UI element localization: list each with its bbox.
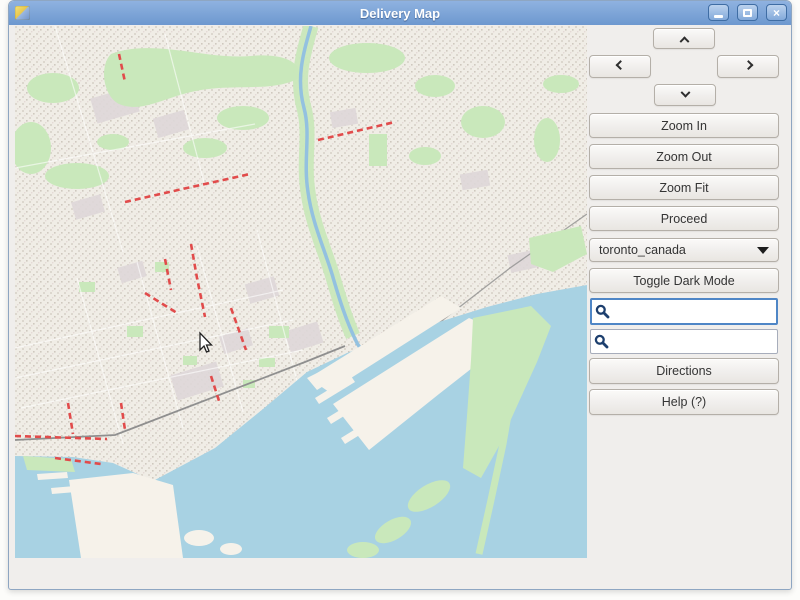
chevron-up-icon bbox=[679, 36, 689, 46]
zoom-in-button[interactable]: Zoom In bbox=[589, 113, 779, 138]
city-dropdown-value: toronto_canada bbox=[599, 243, 686, 257]
proceed-button[interactable]: Proceed bbox=[589, 206, 779, 231]
search-field-primary[interactable] bbox=[590, 298, 778, 325]
pan-right-button[interactable] bbox=[717, 55, 779, 78]
close-icon: × bbox=[773, 7, 780, 19]
chevron-down-icon bbox=[680, 87, 690, 97]
city-dropdown[interactable]: toronto_canada bbox=[589, 238, 779, 262]
search-input-primary[interactable] bbox=[613, 300, 778, 323]
help-button[interactable]: Help (?) bbox=[589, 389, 779, 415]
pan-left-button[interactable] bbox=[589, 55, 651, 78]
map-canvas bbox=[15, 26, 587, 558]
chevron-left-icon bbox=[615, 60, 625, 70]
close-button[interactable]: × bbox=[766, 4, 787, 21]
directions-button[interactable]: Directions bbox=[589, 358, 779, 384]
maximize-icon bbox=[743, 9, 752, 17]
maximize-button[interactable] bbox=[737, 4, 758, 21]
chevron-right-icon bbox=[743, 60, 753, 70]
minimize-button[interactable] bbox=[708, 4, 729, 21]
zoom-out-button[interactable]: Zoom Out bbox=[589, 144, 779, 169]
map-view[interactable] bbox=[15, 26, 587, 558]
pan-up-button[interactable] bbox=[653, 28, 715, 49]
search-input-secondary[interactable] bbox=[612, 330, 777, 353]
titlebar[interactable]: Delivery Map × bbox=[9, 1, 791, 25]
search-icon bbox=[595, 304, 610, 319]
search-field-secondary[interactable] bbox=[590, 329, 778, 354]
search-icon bbox=[594, 334, 609, 349]
toggle-dark-mode-button[interactable]: Toggle Dark Mode bbox=[589, 268, 779, 293]
minimize-icon bbox=[714, 15, 723, 18]
pan-down-button[interactable] bbox=[654, 84, 716, 106]
zoom-fit-button[interactable]: Zoom Fit bbox=[589, 175, 779, 200]
window-title: Delivery Map bbox=[9, 6, 791, 21]
app-window: Delivery Map × bbox=[8, 0, 792, 590]
chevron-down-icon bbox=[757, 247, 769, 254]
